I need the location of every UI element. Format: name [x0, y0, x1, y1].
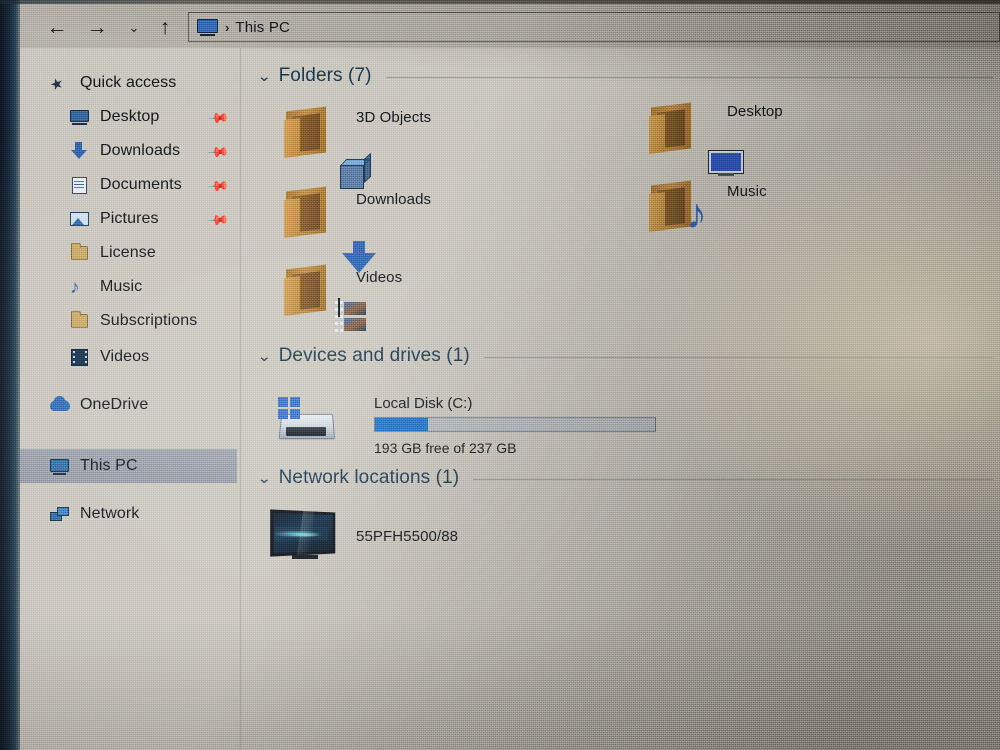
folder-item-label: Downloads — [356, 191, 432, 208]
address-bar[interactable]: › This PC — [188, 12, 1000, 42]
folder-item-label: Music — [727, 183, 767, 200]
pin-icon[interactable]: 📌 — [207, 106, 231, 129]
group-title: Network locations (1) — [278, 467, 460, 488]
drive-usage-bar — [374, 417, 656, 432]
folder-item-3d-objects[interactable]: 3D Objects — [280, 105, 432, 189]
sidebar-item-pictures[interactable]: Pictures 📌 — [20, 202, 238, 236]
group-title: Folders (7) — [278, 65, 372, 86]
sidebar-item-videos[interactable]: Videos — [20, 340, 238, 374]
drive-item-local-disk-c[interactable]: Local Disk (C:) 193 GB free of 237 GB — [274, 395, 656, 456]
sidebar-item-subscriptions[interactable]: Subscriptions — [20, 304, 238, 338]
recent-locations-chevron-icon[interactable]: ⌄ — [117, 12, 151, 42]
folder-item-label: Desktop — [727, 103, 783, 120]
folder-item-videos[interactable]: Videos — [280, 263, 403, 332]
network-tv-icon — [270, 507, 342, 565]
navigation-pane: ★ Quick access Desktop 📌 Downloads 📌 Doc… — [20, 48, 240, 750]
desktop-icon — [70, 108, 90, 127]
folder-downloads-icon — [280, 185, 376, 273]
folder-icon — [70, 242, 90, 263]
folder-icon — [70, 310, 90, 331]
sidebar-item-label: Quick access — [80, 74, 177, 91]
sidebar-item-label: OneDrive — [80, 396, 149, 413]
back-arrow-icon[interactable]: ← — [40, 12, 74, 42]
sidebar-item-label: Documents — [100, 176, 182, 193]
sidebar-item-documents[interactable]: Documents 📌 — [20, 168, 238, 202]
sidebar-item-downloads[interactable]: Downloads 📌 — [20, 134, 238, 168]
folder-desktop-icon — [645, 101, 743, 176]
folder-3d-objects-icon — [280, 105, 371, 189]
sidebar-item-label: Pictures — [100, 210, 159, 227]
up-arrow-icon[interactable]: ↑ — [148, 12, 182, 42]
drive-name-label: Local Disk (C:) — [374, 395, 473, 412]
pictures-icon — [70, 210, 90, 229]
folder-videos-icon — [280, 263, 366, 332]
pin-star-icon: ★ — [47, 73, 66, 95]
cloud-icon — [50, 395, 70, 415]
group-separator-line — [473, 479, 993, 480]
navigation-toolbar: ← → ⌄ ↑ › This PC — [20, 4, 1000, 48]
pane-divider[interactable] — [240, 48, 241, 750]
group-header-folders[interactable]: ⌄ Folders (7) — [257, 65, 993, 87]
file-explorer-window: ← → ⌄ ↑ › This PC ★ Quick access Desktop… — [0, 0, 1000, 750]
sidebar-item-desktop[interactable]: Desktop 📌 — [20, 100, 238, 134]
sidebar-item-label: Network — [80, 505, 140, 522]
folder-item-downloads[interactable]: Downloads — [280, 185, 432, 273]
pin-icon[interactable]: 📌 — [207, 208, 231, 231]
forward-arrow-icon[interactable]: → — [80, 12, 114, 42]
chevron-down-icon[interactable]: ⌄ — [257, 471, 271, 486]
sidebar-item-quick-access[interactable]: ★ Quick access — [20, 66, 238, 100]
folder-item-label: Videos — [356, 269, 403, 286]
sidebar-item-license[interactable]: License — [20, 236, 238, 270]
group-separator-line — [385, 77, 993, 78]
this-pc-icon — [50, 457, 70, 476]
chevron-down-icon[interactable]: ⌄ — [257, 69, 271, 84]
items-view: ⌄ Folders (7) 3D Objects Desktop Downloa… — [250, 55, 1000, 750]
sidebar-item-onedrive[interactable]: OneDrive — [20, 388, 238, 422]
chevron-down-icon[interactable]: ⌄ — [257, 349, 271, 364]
breadcrumb-path[interactable]: This PC — [235, 19, 290, 36]
downloads-icon — [70, 141, 90, 161]
local-disk-icon — [274, 395, 340, 447]
sidebar-item-label: License — [100, 244, 156, 261]
drive-free-space-label: 193 GB free of 237 GB — [374, 440, 517, 456]
documents-icon — [70, 176, 90, 195]
sidebar-item-label: Subscriptions — [100, 312, 198, 329]
film-strip-icon — [70, 348, 90, 367]
music-note-icon: ♪ — [70, 276, 80, 298]
folder-item-desktop[interactable]: Desktop — [645, 101, 783, 176]
monitor-bezel-top — [0, 0, 1000, 4]
network-icon — [50, 505, 70, 524]
sidebar-item-this-pc[interactable]: This PC — [20, 449, 237, 483]
sidebar-item-music[interactable]: ♪ Music — [20, 270, 238, 304]
breadcrumb-separator: › — [225, 19, 230, 35]
drive-usage-fill — [375, 418, 429, 431]
sidebar-item-network[interactable]: Network — [20, 497, 238, 531]
this-pc-icon — [197, 18, 219, 36]
network-item-55pfh5500-88[interactable]: 55PFH5500/88 — [270, 507, 458, 565]
sidebar-item-label: Music — [100, 278, 143, 295]
group-title: Devices and drives (1) — [278, 345, 470, 366]
monitor-bezel — [0, 0, 20, 750]
sidebar-item-label: Desktop — [100, 108, 160, 125]
pin-icon[interactable]: 📌 — [207, 140, 231, 163]
sidebar-item-label: Videos — [100, 348, 150, 365]
sidebar-item-label: This PC — [80, 457, 138, 474]
folder-item-label: 3D Objects — [356, 109, 432, 126]
folder-item-music[interactable]: ♪ Music — [645, 179, 767, 235]
sidebar-item-label: Downloads — [100, 142, 181, 159]
folder-music-icon: ♪ — [645, 179, 707, 235]
group-header-devices-and-drives[interactable]: ⌄ Devices and drives (1) — [257, 345, 993, 367]
group-separator-line — [483, 357, 993, 358]
group-header-network-locations[interactable]: ⌄ Network locations (1) — [257, 467, 993, 489]
pin-icon[interactable]: 📌 — [207, 174, 231, 197]
network-item-label: 55PFH5500/88 — [356, 527, 459, 545]
